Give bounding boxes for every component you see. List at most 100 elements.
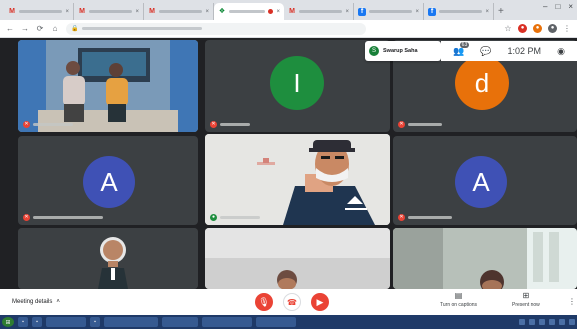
browser-tab[interactable]: M × xyxy=(144,3,214,20)
present-now-button[interactable]: ⊞ Present now xyxy=(512,291,540,308)
meeting-details-label: Meeting details xyxy=(12,299,53,305)
facebook-icon: f xyxy=(358,7,366,16)
close-tab-icon[interactable]: × xyxy=(135,9,139,15)
maximize-button[interactable]: □ xyxy=(555,2,560,11)
presenter-chip[interactable]: S Swarup Saha xyxy=(365,41,441,61)
participant-video xyxy=(18,228,198,289)
participant-tile[interactable] xyxy=(205,228,390,289)
captions-button[interactable]: ▤ Turn on captions xyxy=(440,291,477,308)
close-tab-icon[interactable]: × xyxy=(345,9,349,15)
minimize-button[interactable]: – xyxy=(543,2,547,11)
taskbar-app-button[interactable] xyxy=(162,317,198,327)
participants-button[interactable]: 👥 63 xyxy=(453,41,470,57)
mic-off-icon: ✕ xyxy=(398,214,405,221)
hang-up-icon: ☎ xyxy=(287,297,297,307)
mic-on-icon: ● xyxy=(210,214,217,221)
mic-off-icon: ✕ xyxy=(210,121,217,128)
close-tab-icon[interactable]: × xyxy=(415,9,419,15)
participant-tile[interactable]: A ✕ xyxy=(393,136,577,225)
more-options-icon[interactable]: ⋮ xyxy=(568,297,576,306)
participant-label: ✕ xyxy=(210,121,250,128)
participant-tile-active-speaker[interactable]: ● xyxy=(205,134,390,225)
browser-tab[interactable]: M × xyxy=(4,3,74,20)
forward-icon[interactable]: → xyxy=(21,24,29,33)
participant-label: ✕ xyxy=(23,121,73,128)
close-window-button[interactable]: × xyxy=(568,2,573,11)
tray-icon[interactable] xyxy=(559,319,565,325)
participant-name xyxy=(33,123,73,126)
menu-kebab-icon[interactable]: ⋮ xyxy=(563,24,571,33)
participant-tile[interactable]: I ✕ xyxy=(205,40,390,132)
browser-tab[interactable]: f × xyxy=(354,3,424,20)
tray-icon[interactable] xyxy=(549,319,555,325)
mic-off-icon: ✕ xyxy=(23,121,30,128)
new-tab-button[interactable]: + xyxy=(498,3,504,20)
chat-icon[interactable]: 💬 xyxy=(480,46,491,57)
meeting-details-button[interactable]: Meeting details ˄ xyxy=(12,299,60,305)
participant-tile[interactable] xyxy=(393,228,577,289)
participant-video xyxy=(205,134,390,225)
tray-icon[interactable] xyxy=(539,319,545,325)
reload-icon[interactable]: ⟳ xyxy=(36,24,44,33)
leave-call-button[interactable]: ☎ xyxy=(283,293,301,311)
mic-toggle-button[interactable]: 🎙 xyxy=(255,293,273,311)
browser-tab-active[interactable]: ❖ × xyxy=(214,3,284,20)
tray-icon[interactable] xyxy=(519,319,525,325)
taskbar-app-button[interactable] xyxy=(202,317,252,327)
back-icon[interactable]: ← xyxy=(6,24,14,33)
screen: M × M × M × ❖ × M × f × f × + – □ × ← → … xyxy=(0,0,577,329)
recording-indicator-icon xyxy=(268,9,274,14)
extension-icon[interactable]: ● xyxy=(533,24,542,33)
gmail-icon: M xyxy=(149,7,155,15)
extension-icons: ☆ ● ● ● ⋮ xyxy=(504,24,571,33)
meeting-clock: 1:02 PM xyxy=(507,46,542,56)
tray-icon[interactable] xyxy=(569,319,575,325)
presenter-name: Swarup Saha xyxy=(383,48,418,54)
call-buttons: 🎙 ☎ ▶ xyxy=(255,293,329,311)
present-icon: ⊞ xyxy=(522,291,530,300)
participant-video xyxy=(393,228,577,289)
participant-avatar: d xyxy=(455,56,509,110)
participant-tile[interactable] xyxy=(18,228,198,289)
participant-tile[interactable]: ✕ xyxy=(18,40,198,132)
start-button[interactable]: ⊞ xyxy=(2,317,14,327)
participant-label: ✕ xyxy=(398,121,442,128)
taskbar-app-icon[interactable]: ▪ xyxy=(32,317,42,327)
close-tab-icon[interactable]: × xyxy=(65,9,69,15)
home-icon[interactable]: ⌂ xyxy=(51,24,59,33)
address-bar[interactable]: 🔒 xyxy=(66,22,366,35)
mic-off-icon: ✕ xyxy=(398,121,405,128)
taskbar-app-button[interactable] xyxy=(104,317,158,327)
extension-icon[interactable]: ● xyxy=(518,24,527,33)
tab-title xyxy=(19,10,63,13)
meeting-controls-bar: Meeting details ˄ 🎙 ☎ ▶ ▤ Turn on captio… xyxy=(0,289,577,315)
bookmark-star-icon[interactable]: ☆ xyxy=(504,24,512,33)
captions-label: Turn on captions xyxy=(440,302,478,308)
taskbar-app-icon[interactable]: ▪ xyxy=(18,317,28,327)
windows-taskbar: ⊞ ▪ ▪ ▪ xyxy=(0,315,577,329)
tab-title xyxy=(369,10,413,13)
meet-grid: ✕ I ✕ d ✕ A ✕ ● A ✕ S Swarup Saha 👥 63 💬… xyxy=(0,38,577,289)
participant-avatar: A xyxy=(83,156,135,208)
participant-video xyxy=(18,40,198,132)
profile-avatar[interactable]: ● xyxy=(548,24,557,33)
browser-tab[interactable]: M × xyxy=(74,3,144,20)
close-tab-icon[interactable]: × xyxy=(205,9,209,15)
browser-tab[interactable]: f × xyxy=(424,3,494,20)
close-tab-icon[interactable]: × xyxy=(276,9,280,15)
tab-title xyxy=(439,10,483,13)
taskbar-app-button[interactable] xyxy=(256,317,296,327)
browser-tab[interactable]: M × xyxy=(284,3,354,20)
window-controls: – □ × xyxy=(543,2,573,11)
camera-toggle-button[interactable]: ▶ xyxy=(311,293,329,311)
participant-tile[interactable]: A ✕ xyxy=(18,136,198,225)
meet-top-bar: 👥 63 💬 1:02 PM ◉ xyxy=(441,41,577,61)
participant-video xyxy=(205,228,390,289)
taskbar-app-icon[interactable]: ▪ xyxy=(90,317,100,327)
self-view-avatar[interactable]: ◉ xyxy=(557,46,565,57)
taskbar-app-button[interactable] xyxy=(46,317,86,327)
tray-icon[interactable] xyxy=(529,319,535,325)
gmail-icon: M xyxy=(289,7,295,15)
close-tab-icon[interactable]: × xyxy=(485,9,489,15)
participant-label: ✕ xyxy=(398,214,452,221)
